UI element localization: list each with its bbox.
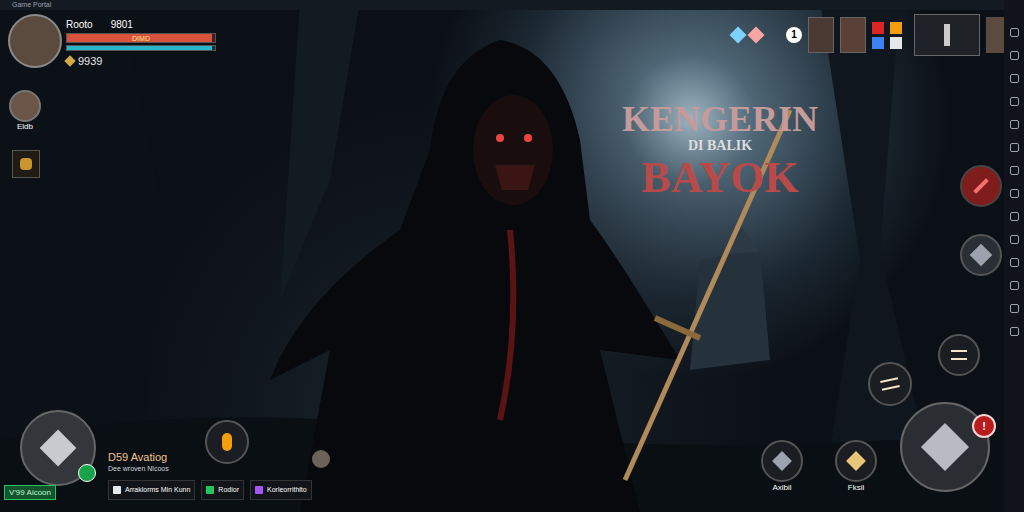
quest-subtitle: Dee wroven Nlcoos: [108, 464, 169, 474]
bottom-tab[interactable]: Rodior: [201, 480, 244, 500]
minimap[interactable]: [914, 14, 980, 56]
tab-icon: [206, 486, 214, 494]
slash-icon: [880, 377, 900, 391]
slash-skill-button[interactable]: [868, 362, 912, 406]
toolbar-icon[interactable]: [1010, 143, 1019, 152]
toolbar-icon[interactable]: [1010, 281, 1019, 290]
dash-skill-button[interactable]: [960, 234, 1002, 276]
crossed-swords-icon: [921, 423, 969, 471]
player-name: Rooto: [66, 18, 93, 31]
party-portrait[interactable]: [808, 17, 834, 53]
bottom-tab[interactable]: Arraklorms Min Kunn: [108, 480, 195, 500]
health-bar: DIMD: [66, 33, 216, 43]
figure-icon: [944, 24, 950, 46]
inventory-button[interactable]: [12, 150, 40, 178]
companion-label: Eldb: [17, 122, 33, 132]
game-scene: [0, 0, 1024, 512]
quest-button[interactable]: V'99 Aicoon: [4, 485, 56, 500]
game-screen: Game Portal Rooto 9801 DIMD 9939 Eldb KENGERIN…: [0, 0, 1024, 512]
fire-skill-button[interactable]: [960, 165, 1002, 207]
skill-icon: [772, 451, 792, 471]
portrait[interactable]: [986, 17, 1004, 53]
companion-avatar: [9, 90, 41, 122]
tab-label: Arraklorms Min Kunn: [125, 485, 190, 495]
quest-info: D59 AvatiogDee wroven Nlcoos: [108, 450, 169, 474]
top-right-hud: 1: [732, 14, 1004, 56]
toolbar-icon[interactable]: [1010, 28, 1019, 37]
toolbar-icon[interactable]: [1010, 51, 1019, 60]
skill-icon: [846, 451, 866, 471]
quest-title: D59 Avatiog: [108, 450, 169, 464]
player-panel: Rooto 9801 DIMD 9939: [66, 18, 216, 68]
toolbar-icon[interactable]: [1010, 235, 1019, 244]
fire-icon: [973, 178, 989, 194]
toolbar-icon[interactable]: [1010, 258, 1019, 267]
settings-icon[interactable]: [312, 450, 330, 468]
player-avatar[interactable]: [8, 14, 62, 68]
buff-icon: [872, 22, 884, 34]
player-level: 9801: [111, 18, 133, 31]
reaper-figure: [270, 40, 680, 512]
chat-icon[interactable]: [78, 464, 96, 482]
scroll-icon: [20, 158, 32, 170]
flame-icon: [222, 433, 232, 451]
game-title: KENGERINDI BALIKBAYOK: [620, 100, 820, 202]
quick-skill[interactable]: Axibil: [756, 440, 808, 493]
claw-icon: [951, 350, 967, 360]
attack-badge: !: [972, 414, 996, 438]
buff-icon: [890, 22, 902, 34]
toolbar-icon[interactable]: [1010, 189, 1019, 198]
emulator-sidebar: [1004, 0, 1024, 512]
tab-label: Korleorrithlto: [267, 485, 307, 495]
blade-icon: [970, 244, 993, 267]
skill-label: Fksil: [848, 482, 864, 493]
quick-skills: Axibil Fksil: [756, 440, 882, 493]
gold-icon: [64, 55, 75, 66]
tab-label: Rodior: [218, 485, 239, 495]
gem-icon[interactable]: [730, 27, 747, 44]
notification-badge[interactable]: 1: [786, 27, 802, 43]
toolbar-icon[interactable]: [1010, 304, 1019, 313]
skill-label: Axibil: [772, 482, 791, 493]
quick-skill[interactable]: Fksil: [830, 440, 882, 493]
gold-count: 9939: [78, 54, 102, 68]
tab-icon: [113, 486, 121, 494]
buff-icon: [890, 37, 902, 49]
bottom-tabs: Arraklorms Min Kunn Rodior Korleorrithlto: [108, 480, 312, 500]
toolbar-icon[interactable]: [1010, 212, 1019, 221]
bottom-tab[interactable]: Korleorrithlto: [250, 480, 312, 500]
toolbar-icon[interactable]: [1010, 74, 1019, 83]
toolbar-icon[interactable]: [1010, 166, 1019, 175]
gem-icon[interactable]: [748, 27, 765, 44]
companion[interactable]: Eldb: [8, 90, 42, 132]
tab-icon: [255, 486, 263, 494]
mana-bar: [66, 45, 216, 51]
toolbar-icon[interactable]: [1010, 327, 1019, 336]
toolbar-icon[interactable]: [1010, 120, 1019, 129]
torch-button[interactable]: [205, 420, 249, 464]
party-portrait[interactable]: [840, 17, 866, 53]
window-title: Game Portal: [0, 0, 1005, 10]
claw-skill-button[interactable]: [938, 334, 980, 376]
toolbar-icon[interactable]: [1010, 97, 1019, 106]
arrow-icon: [40, 430, 77, 467]
buff-icon: [872, 37, 884, 49]
